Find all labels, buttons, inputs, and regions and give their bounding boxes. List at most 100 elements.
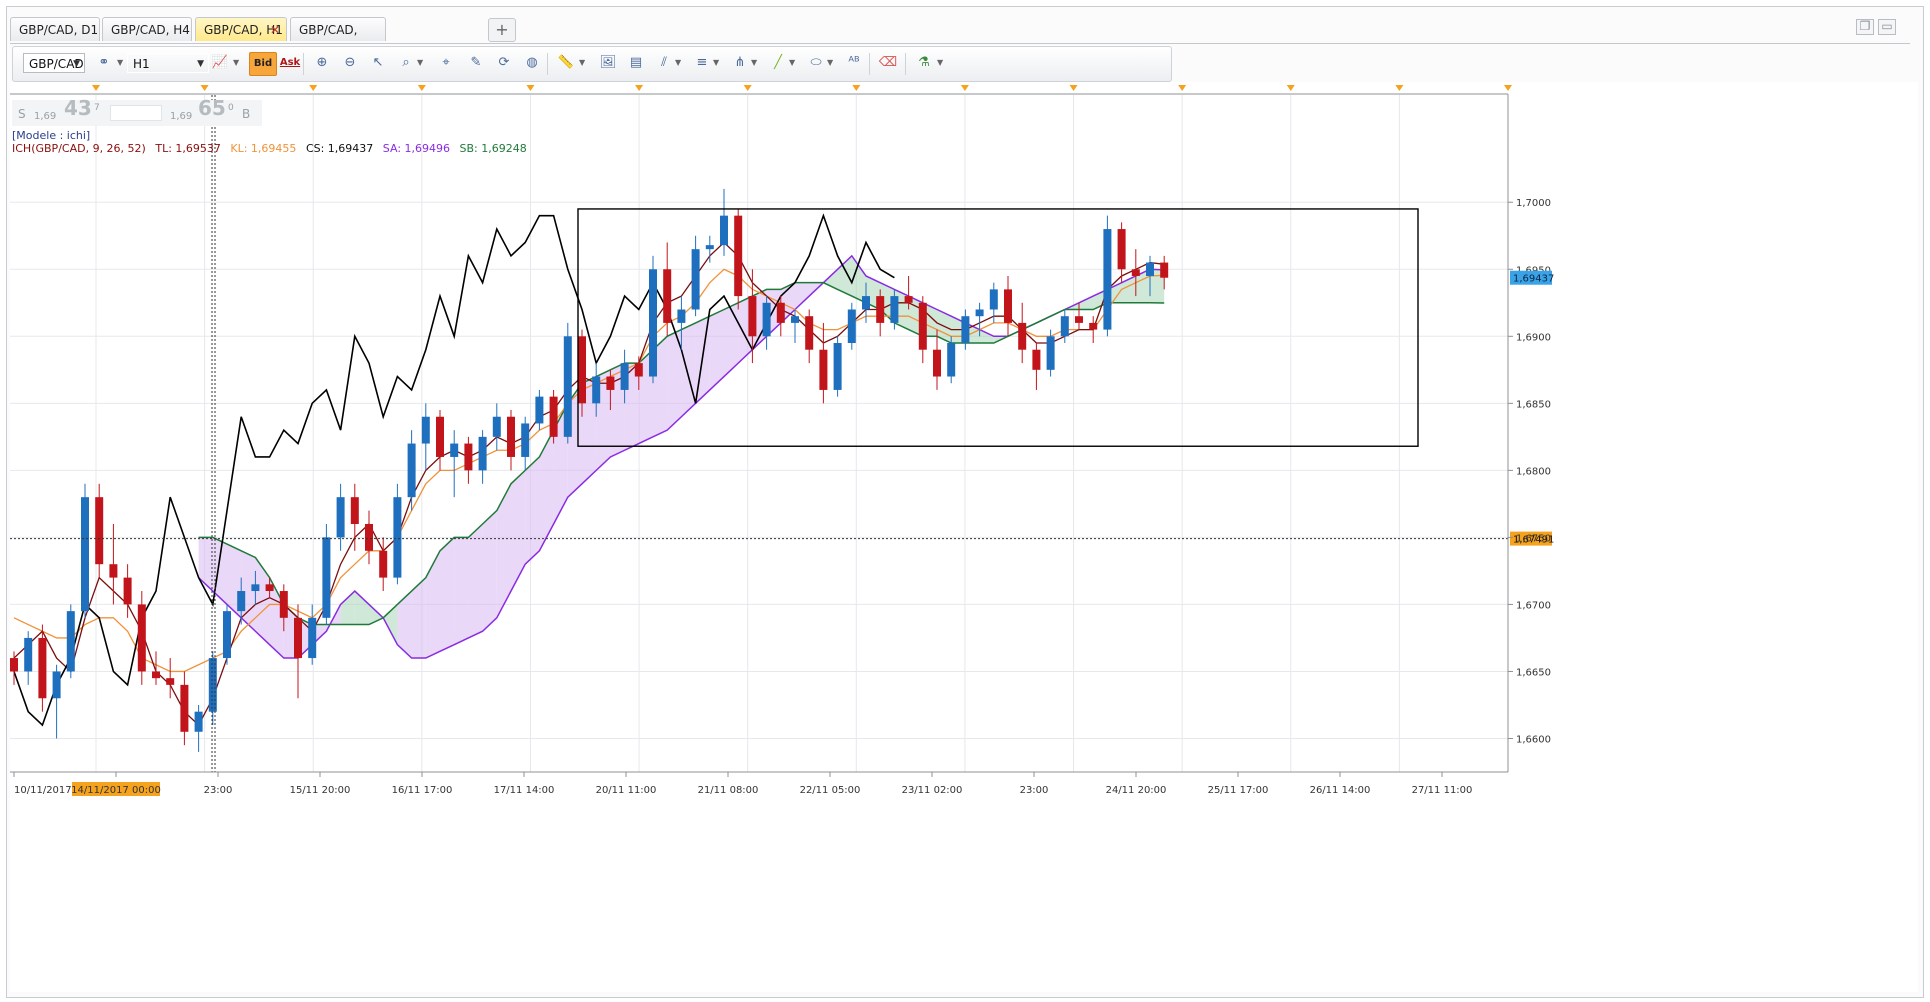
top-date-label: 19/11 [625, 82, 654, 84]
text-tool-icon[interactable]: ᴬᴮ [843, 52, 865, 74]
ruler-icon[interactable]: 📏 [555, 52, 577, 74]
template-icon[interactable]: ▤ [625, 52, 647, 74]
chevron-down-icon: ▼ [197, 59, 204, 69]
window-controls: ❐ ▭ [1852, 19, 1896, 35]
candle-body [634, 363, 643, 377]
x-tick-label: 16/11 17:00 [392, 785, 453, 796]
ellipse-icon[interactable]: ⬭ [805, 52, 827, 74]
top-date-label: 24/11 [1059, 82, 1088, 84]
candle-body [1131, 269, 1140, 276]
x-tick-label: 24/11 20:00 [1106, 785, 1167, 796]
minimize-window-icon[interactable]: ▭ [1878, 19, 1896, 35]
sell-pips: 43 [64, 96, 92, 120]
candle-body [847, 309, 856, 344]
chevron-down-icon[interactable]: ▼ [713, 52, 719, 74]
chevron-down-icon[interactable]: ▼ [233, 52, 239, 74]
top-date-label: 25/11 [1168, 82, 1197, 84]
refresh-icon[interactable]: ⟳ [493, 52, 515, 74]
tab-gbpcad-m15[interactable]: GBP/CAD, m15 [290, 17, 386, 61]
close-tab-icon[interactable]: ✕ [270, 18, 280, 42]
edit-chart-icon[interactable]: ✎ [465, 52, 487, 74]
zoom-in-icon[interactable]: ⊕ [311, 52, 333, 74]
zoom-area-icon[interactable]: ⌕ [395, 52, 417, 74]
chevron-down-icon[interactable]: ▼ [579, 52, 585, 74]
buy-big: 1,69 [170, 111, 193, 122]
candle-body [1075, 316, 1083, 323]
candle-body [748, 296, 757, 337]
candle-body [734, 215, 743, 297]
add-tab-button[interactable]: + [488, 18, 516, 42]
top-date-label: 23/11 [951, 82, 980, 84]
trendline-icon[interactable]: ╱ [767, 52, 789, 74]
chevron-down-icon: ▼ [73, 59, 80, 69]
candle-body [223, 611, 231, 659]
chevron-down-icon[interactable]: ▼ [751, 52, 757, 74]
candle-body [1032, 349, 1041, 370]
chevron-down-icon[interactable]: ▼ [937, 52, 943, 74]
zoom-out-icon[interactable]: ⊖ [339, 52, 361, 74]
quote-box[interactable]: S 1,69 43 7 1,69 65 0 B [12, 96, 262, 126]
candle-body [904, 296, 913, 303]
timeframe-select[interactable]: H1 ▼ [127, 53, 209, 73]
indicators-icon[interactable]: ⚗ [913, 52, 935, 74]
chevron-down-icon[interactable]: ▼ [827, 52, 833, 74]
chevron-down-icon[interactable]: ▼ [417, 52, 423, 74]
x-tick-label: 17/11 14:00 [494, 785, 555, 796]
candle-body [294, 617, 302, 659]
eraser-icon[interactable]: ⌫ [877, 52, 899, 74]
buy-pips: 65 [198, 96, 226, 120]
price-chart[interactable]: 1,67491 1,70001,69501,69001,68501,68001,… [10, 82, 1918, 992]
horizontal-lines-icon[interactable]: ≡ [691, 52, 713, 74]
cursor-icon[interactable]: ↖ [367, 52, 389, 74]
sell-frac: 7 [94, 103, 100, 113]
top-date-label: 28/11 [1494, 82, 1523, 84]
candle-body [95, 497, 104, 565]
chevron-down-icon[interactable]: ▼ [789, 52, 795, 74]
chart-type-icon[interactable]: 📈 [209, 52, 231, 74]
pitchfork-icon[interactable]: ⋔ [729, 52, 751, 74]
tab-gbpcad-h1[interactable]: GBP/CAD, H1 ✕ [195, 17, 287, 41]
candle-body [180, 684, 189, 732]
candle-body [720, 215, 728, 246]
x-tick-label: 25/11 17:00 [1208, 785, 1269, 796]
candle-body [862, 296, 870, 310]
y-tick-label: 1,7000 [1516, 198, 1551, 209]
link-icon[interactable]: ⚭ [93, 52, 115, 74]
candle-body [833, 343, 842, 390]
candle-body [762, 302, 771, 337]
candle-body [890, 296, 899, 323]
candle-body [975, 309, 984, 317]
globe-icon[interactable]: ◍ [521, 52, 543, 74]
y-tick-label: 1,6850 [1516, 399, 1551, 410]
x-tick-label: 27/11 11:00 [1412, 785, 1473, 796]
candle-body [81, 497, 89, 612]
buy-frac: 0 [228, 103, 234, 113]
trading-app: GBP/CAD, D1 GBP/CAD, H4 GBP/CAD, H1 ✕ GBP… [0, 0, 1930, 1002]
chart-toolbar: GBP/CAD ▼ ⚭ ▼ H1 ▼ 📈 ▼ Bid Ask ⊕ ⊖ ↖ ⌕ ▼ ⌖… [12, 46, 1172, 82]
fibonacci-icon[interactable]: ⫽ [653, 52, 675, 74]
chevron-down-icon[interactable]: ▼ [675, 52, 681, 74]
y-tick-label: 1,6800 [1516, 466, 1551, 477]
tab-gbpcad-d1[interactable]: GBP/CAD, D1 [10, 17, 100, 41]
tab-gbpcad-h4[interactable]: GBP/CAD, H4 [102, 17, 192, 41]
candle-body [336, 497, 345, 538]
chevron-down-icon[interactable]: ▼ [117, 52, 123, 74]
candle-body [393, 497, 402, 578]
symbol-select[interactable]: GBP/CAD ▼ [23, 53, 85, 73]
top-date-label: 27/11 [1385, 82, 1414, 84]
x-tick-label: 15/11 20:00 [290, 785, 351, 796]
cloud-segment [525, 456, 540, 565]
restore-window-icon[interactable]: ❐ [1856, 19, 1874, 35]
candle-body [1089, 322, 1098, 330]
toolbar-separator [303, 53, 304, 75]
bid-button[interactable]: Bid [249, 52, 277, 76]
candle-body [109, 564, 118, 578]
ask-button[interactable]: Ask [279, 52, 301, 74]
crosshair-icon[interactable]: ⌖ [435, 52, 457, 74]
quote-spread-field [110, 105, 162, 121]
candle-body [365, 523, 373, 551]
top-date-label: 12/11 [82, 82, 111, 84]
chart-area[interactable]: 1,67491 1,70001,69501,69001,68501,68001,… [10, 82, 1918, 992]
image-icon[interactable]: 🖼 [597, 52, 619, 74]
cloud-segment [482, 510, 497, 632]
